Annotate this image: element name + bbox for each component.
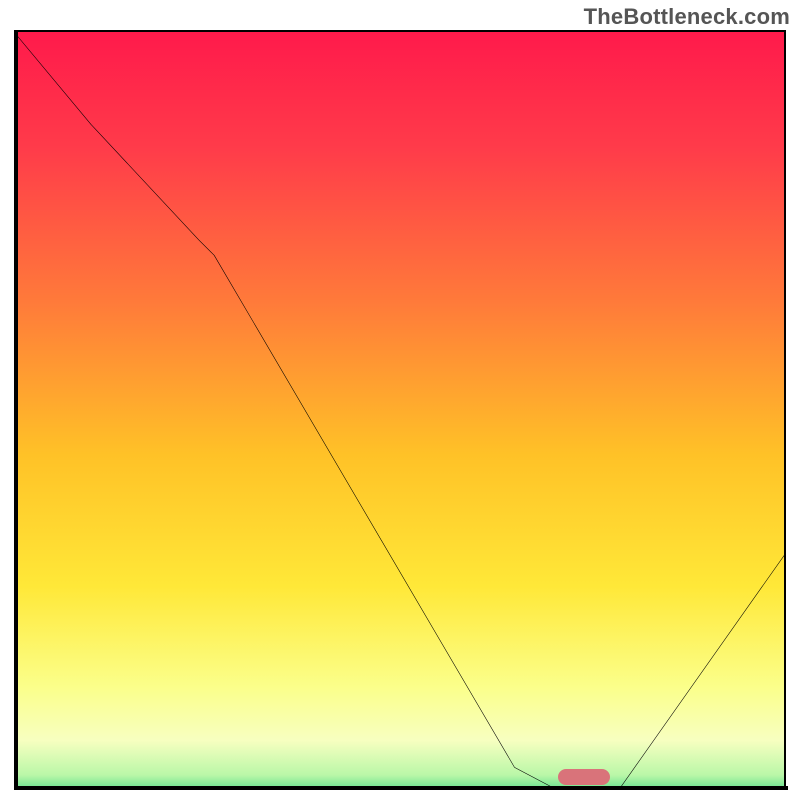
plot-area [14, 30, 786, 786]
y-axis [14, 30, 18, 786]
watermark-text: TheBottleneck.com [584, 4, 790, 30]
bottleneck-curve [14, 32, 784, 786]
optimal-marker [558, 769, 610, 785]
x-axis [14, 786, 788, 790]
bottleneck-chart: TheBottleneck.com [0, 0, 800, 800]
